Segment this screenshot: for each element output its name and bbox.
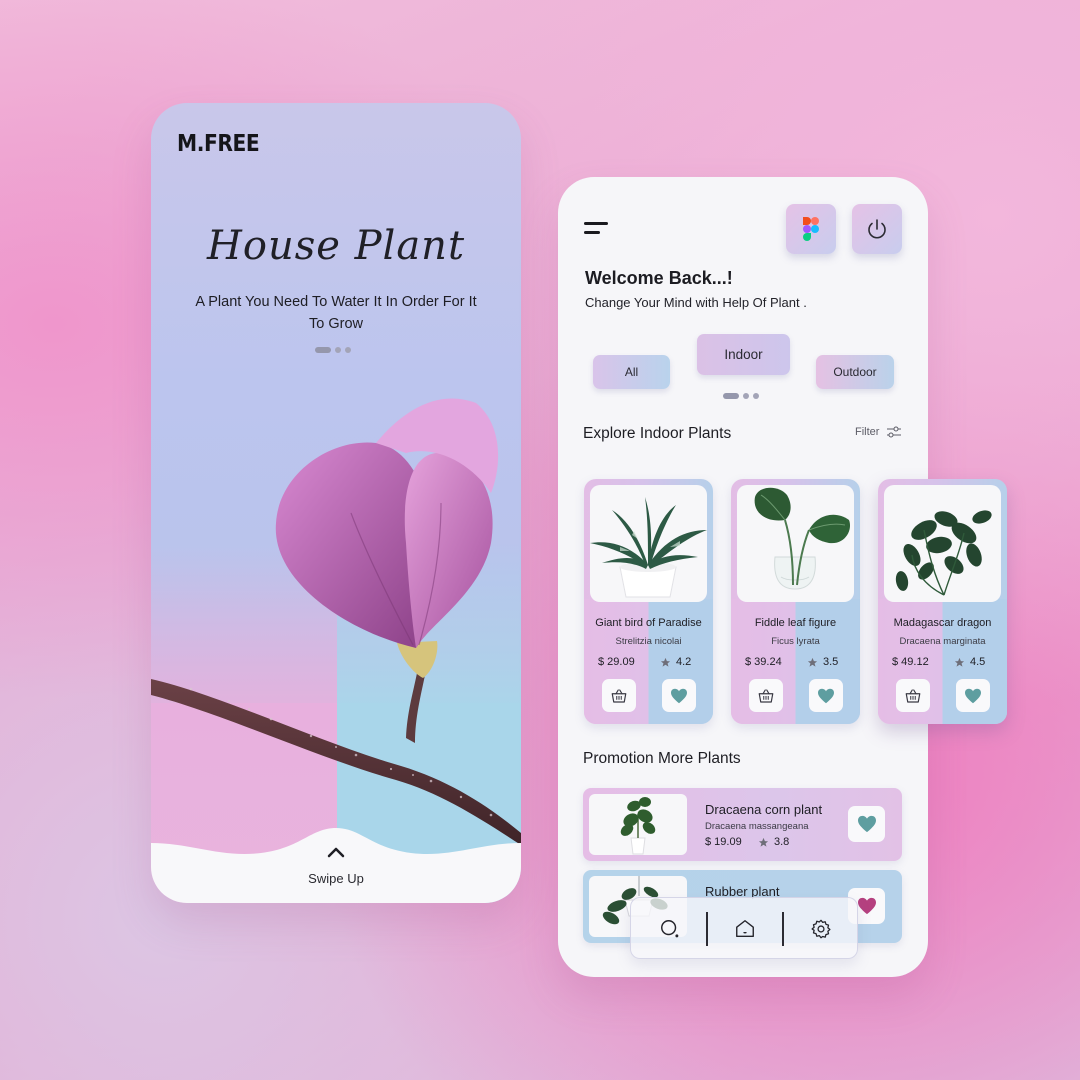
favorite-button[interactable] bbox=[848, 806, 885, 842]
product-scientific-name: Ficus lyrata bbox=[771, 636, 820, 647]
promotion-scientific-name: Dracaena massangeana bbox=[705, 821, 809, 832]
heart-icon bbox=[818, 688, 834, 703]
splash-tagline: A Plant You Need To Water It In Order Fo… bbox=[195, 294, 477, 332]
heart-icon bbox=[965, 688, 981, 703]
product-name: Giant bird of Paradise bbox=[595, 617, 702, 629]
sliders-icon bbox=[887, 426, 902, 438]
welcome-subtitle: Change Your Mind with Help Of Plant . bbox=[585, 295, 807, 310]
nav-search[interactable] bbox=[658, 917, 682, 941]
figma-icon bbox=[803, 217, 819, 241]
search-icon bbox=[661, 920, 679, 938]
filter-button[interactable]: Filter bbox=[855, 426, 902, 438]
basket-icon bbox=[611, 688, 627, 703]
page-indicator bbox=[315, 347, 351, 353]
heart-icon bbox=[857, 897, 876, 915]
product-name: Fiddle leaf figure bbox=[754, 617, 837, 629]
explore-section-title: Explore Indoor Plants bbox=[583, 425, 732, 442]
splash-title: House Plant bbox=[206, 223, 466, 269]
plant-image bbox=[589, 794, 687, 855]
page-dot-active bbox=[315, 347, 331, 353]
product-card[interactable]: Fiddle leaf figure Ficus lyrata $ 39.24 … bbox=[731, 479, 860, 724]
page-dot bbox=[743, 393, 749, 399]
star-icon bbox=[954, 657, 965, 667]
rating-value: 4.5 bbox=[970, 656, 986, 668]
chevron-up-icon[interactable] bbox=[326, 845, 346, 859]
star-icon bbox=[660, 657, 671, 667]
figma-button[interactable] bbox=[786, 204, 836, 254]
page-dot-active bbox=[723, 393, 739, 399]
plant-image bbox=[737, 485, 854, 602]
star-icon bbox=[807, 657, 818, 667]
add-to-basket-button[interactable] bbox=[749, 679, 783, 712]
basket-icon bbox=[905, 688, 921, 703]
category-tab-all[interactable]: All bbox=[593, 355, 670, 389]
page-dot bbox=[345, 347, 351, 353]
product-name: Madagascar dragon bbox=[893, 617, 992, 629]
home-screen: Welcome Back...! Change Your Mind with H… bbox=[558, 177, 1007, 977]
favorite-button[interactable] bbox=[662, 679, 696, 712]
bottom-navigation bbox=[630, 897, 858, 959]
plant-image bbox=[884, 485, 1001, 602]
product-card[interactable]: Madagascar dragon Dracaena marginata $ 4… bbox=[878, 479, 1007, 724]
favorite-button[interactable] bbox=[956, 679, 990, 712]
nav-divider bbox=[782, 912, 784, 946]
category-tab-indoor[interactable]: Indoor bbox=[697, 334, 790, 375]
power-icon bbox=[868, 219, 886, 239]
settings-icon bbox=[811, 919, 831, 939]
magnolia-flower-image bbox=[151, 398, 521, 845]
brand-logo: M.FREE bbox=[177, 131, 260, 157]
page-dot bbox=[335, 347, 341, 353]
home-icon bbox=[736, 920, 754, 938]
basket-icon bbox=[758, 688, 774, 703]
product-card[interactable]: Giant bird of Paradise Strelitzia nicola… bbox=[584, 479, 713, 724]
product-scientific-name: Strelitzia nicolai bbox=[615, 636, 682, 647]
power-button[interactable] bbox=[852, 204, 902, 254]
rating-value: 3.8 bbox=[774, 836, 790, 848]
promotion-rating: 3.8 bbox=[758, 836, 789, 848]
filter-label: Filter bbox=[855, 426, 880, 438]
menu-icon[interactable] bbox=[584, 222, 610, 236]
plant-image bbox=[590, 485, 707, 602]
promotion-section-title: Promotion More Plants bbox=[583, 750, 741, 767]
category-indicator bbox=[723, 393, 759, 399]
nav-divider bbox=[706, 912, 708, 946]
product-price: $ 49.12 bbox=[892, 656, 929, 668]
category-tab-outdoor[interactable]: Outdoor bbox=[816, 355, 894, 389]
rating-value: 4.2 bbox=[676, 656, 692, 668]
splash-screen: M.FREE House Plant A Plant You Need To W… bbox=[151, 103, 521, 903]
add-to-basket-button[interactable] bbox=[896, 679, 930, 712]
product-price: $ 29.09 bbox=[598, 656, 635, 668]
promotion-name: Dracaena corn plant bbox=[705, 802, 823, 817]
page-dot bbox=[753, 393, 759, 399]
nav-settings[interactable] bbox=[809, 917, 833, 941]
product-price: $ 39.24 bbox=[745, 656, 782, 668]
add-to-basket-button[interactable] bbox=[602, 679, 636, 712]
nav-home[interactable] bbox=[733, 917, 757, 941]
star-icon bbox=[758, 837, 769, 847]
product-rating: 4.2 bbox=[660, 656, 691, 668]
product-rating: 3.5 bbox=[807, 656, 838, 668]
promotion-item[interactable]: Dracaena corn plant Dracaena massangeana… bbox=[583, 788, 902, 861]
product-rating: 4.5 bbox=[954, 656, 985, 668]
welcome-heading: Welcome Back...! bbox=[585, 268, 733, 288]
favorite-button[interactable] bbox=[809, 679, 843, 712]
heart-icon bbox=[857, 815, 876, 833]
heart-icon bbox=[671, 688, 687, 703]
rating-value: 3.5 bbox=[823, 656, 839, 668]
swipe-up-label[interactable]: Swipe Up bbox=[151, 871, 521, 886]
promotion-price: $ 19.09 bbox=[705, 836, 742, 848]
product-scientific-name: Dracaena marginata bbox=[899, 636, 986, 647]
